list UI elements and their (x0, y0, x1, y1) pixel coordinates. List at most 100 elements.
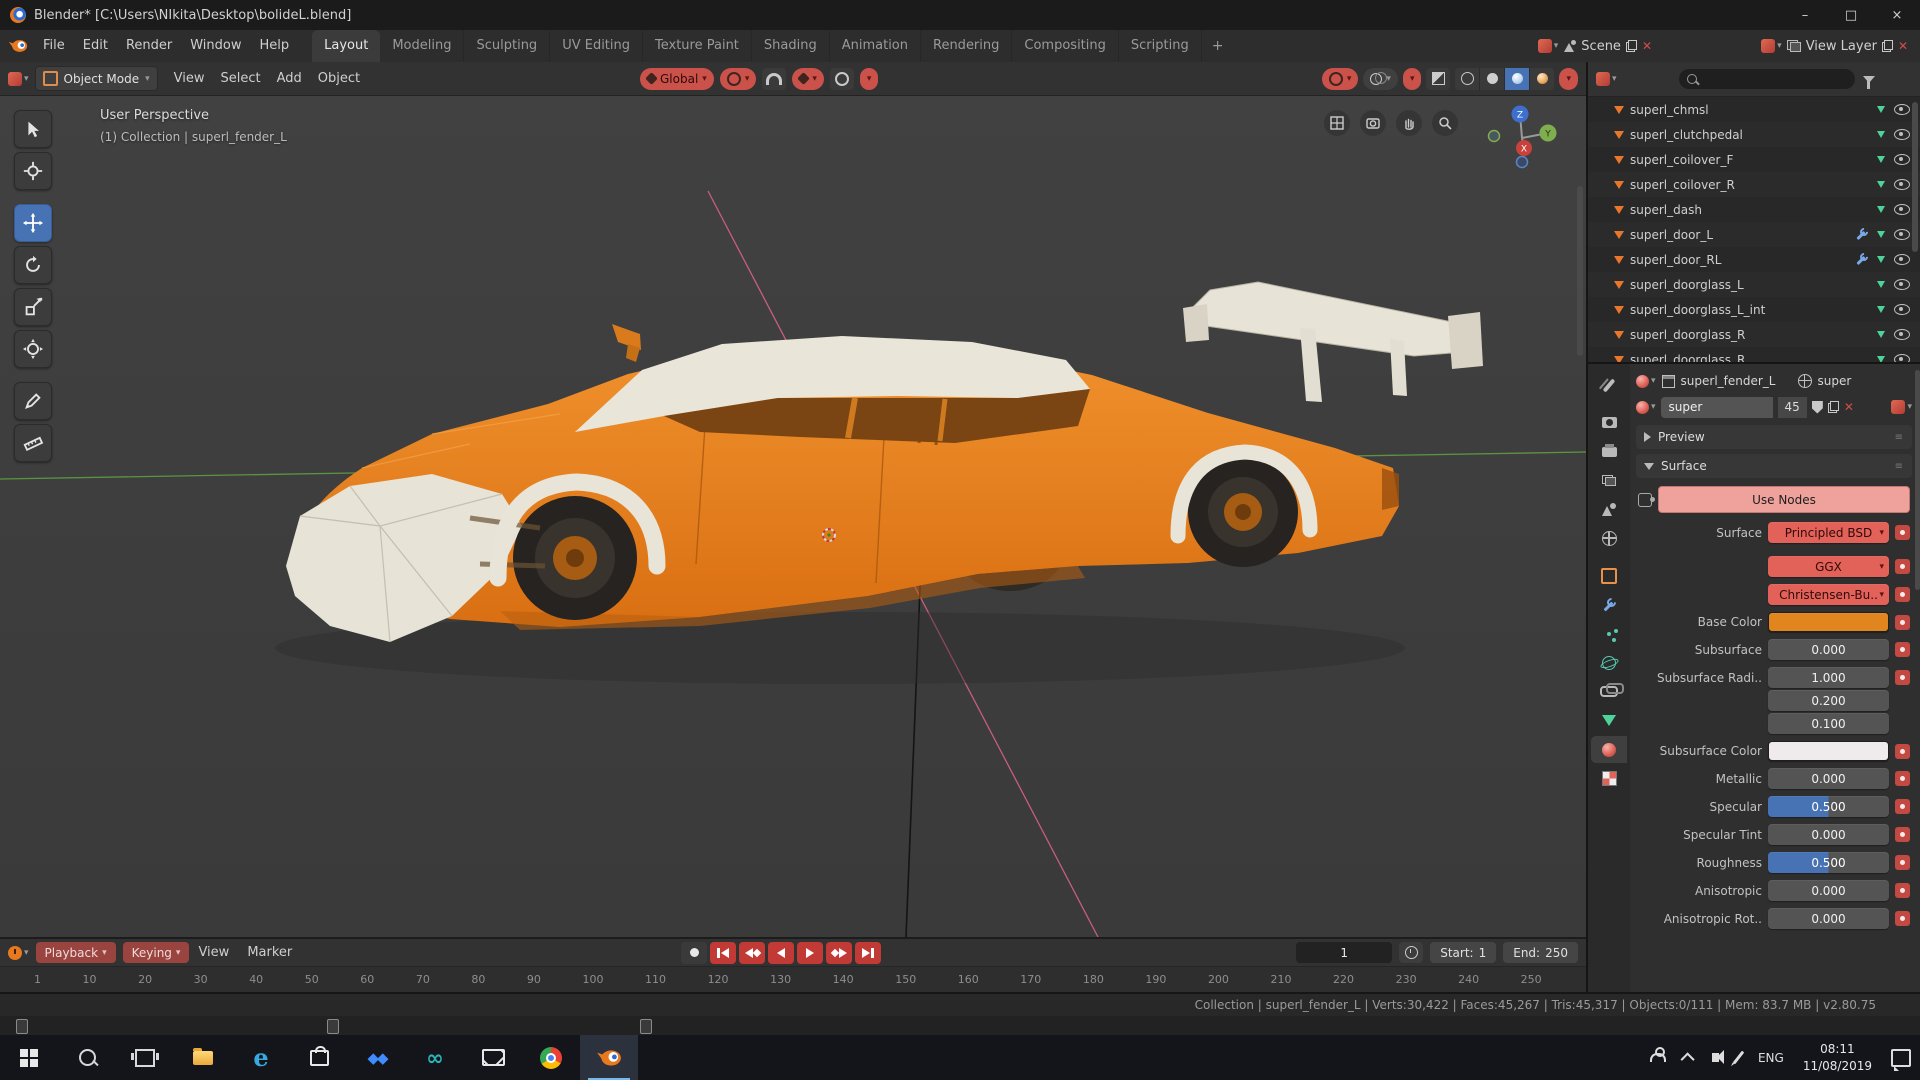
props-tab-modifiers[interactable] (1591, 591, 1627, 618)
language-button[interactable]: ENG (1749, 1035, 1793, 1080)
material-extras-chip[interactable]: ▾ (1891, 400, 1912, 414)
taskbar-search-button[interactable] (58, 1035, 116, 1080)
viewlayer-browse-chip[interactable]: ▾ (1761, 39, 1782, 53)
visibility-eye-icon[interactable] (1894, 254, 1910, 265)
windows-ink-button[interactable] (1728, 1035, 1749, 1080)
properties-scrollbar[interactable] (1915, 370, 1920, 590)
menu-item[interactable]: File (34, 30, 74, 62)
shading-options-dropdown[interactable]: ▾ (1559, 68, 1578, 90)
overlays-dropdown[interactable]: ▾ (1363, 68, 1398, 90)
zoom-button[interactable] (1432, 110, 1458, 136)
start-frame-field[interactable]: Start:1 (1430, 942, 1496, 963)
remove-view-layer-icon[interactable]: ✕ (1898, 39, 1908, 53)
outliner-item[interactable]: superl_doorglass_R (1588, 347, 1920, 362)
xray-toggle-button[interactable] (1426, 68, 1450, 90)
viewport-menu-item[interactable]: View (166, 62, 213, 96)
unlink-scene-icon[interactable]: ✕ (1642, 39, 1652, 53)
subsurface-radius-r[interactable]: 1.000 (1768, 667, 1889, 688)
scale-tool[interactable] (14, 288, 52, 326)
subsurface-method-dropdown[interactable]: Christensen-Bu..▾ (1768, 584, 1889, 605)
blender-taskbar-button[interactable] (580, 1035, 638, 1080)
snap-target-dropdown[interactable]: ▾ (792, 68, 824, 90)
blender-logo-icon[interactable] (8, 38, 28, 54)
shading-wireframe-button[interactable] (1455, 68, 1480, 90)
menu-item[interactable]: Help (251, 30, 299, 62)
transform-orientation-dropdown[interactable]: Global▾ (640, 68, 714, 90)
fake-user-shield-icon[interactable] (1812, 401, 1823, 414)
animate-dot[interactable] (1895, 771, 1910, 786)
new-view-layer-icon[interactable] (1882, 40, 1893, 52)
workspace-tab[interactable]: UV Editing (550, 30, 643, 62)
unlink-material-icon[interactable]: ✕ (1844, 400, 1854, 414)
outliner-editor-chip[interactable]: ▾ (1596, 72, 1617, 86)
workspace-tab[interactable]: Rendering (921, 30, 1012, 62)
outliner-item[interactable]: superl_chmsl (1588, 97, 1920, 122)
people-tray-button[interactable] (1641, 1035, 1675, 1080)
playback-dropdown[interactable]: Playback▾ (36, 942, 116, 963)
visibility-eye-icon[interactable] (1894, 104, 1910, 115)
visibility-eye-icon[interactable] (1894, 279, 1910, 290)
subsurface-radius-g[interactable]: 0.200 (1768, 690, 1889, 711)
animate-dot[interactable] (1895, 744, 1910, 759)
surface-section-header[interactable]: Surface ≡ (1636, 454, 1912, 478)
workspace-tab[interactable]: Compositing (1012, 30, 1119, 62)
workspace-tab[interactable]: Layout (312, 30, 380, 62)
viewport-scrollbar[interactable] (1577, 186, 1583, 356)
viewport-3d[interactable]: User Perspective (1) Collection | superl… (0, 96, 1586, 937)
annotate-tool[interactable] (14, 382, 52, 420)
view-layer-selector[interactable]: ▾ View Layer ✕ (1761, 30, 1908, 62)
outliner-search-input[interactable] (1703, 72, 1797, 86)
new-material-icon[interactable] (1828, 401, 1839, 413)
close-button[interactable]: × (1874, 0, 1920, 30)
metallic-value[interactable]: 0.000 (1768, 768, 1889, 789)
editor-type-chip[interactable]: ▾ (8, 72, 29, 86)
viewport-menu-item[interactable]: Add (269, 62, 310, 96)
surface-shader-dropdown[interactable]: Principled BSD▾ (1768, 522, 1889, 543)
panel-grip-icon[interactable]: ≡ (1895, 432, 1904, 443)
keying-dropdown[interactable]: Keying▾ (123, 942, 190, 963)
visibility-eye-icon[interactable] (1894, 229, 1910, 240)
viewport-3d-scene[interactable] (0, 96, 1586, 937)
animate-dot[interactable] (1895, 799, 1910, 814)
scene-browse-chip[interactable]: ▾ (1538, 39, 1559, 53)
viewport-menu-item[interactable]: Object (310, 62, 368, 96)
dropbox-button[interactable]: ◆◆ (348, 1035, 406, 1080)
shading-solid-button[interactable] (1480, 68, 1505, 90)
outliner-search[interactable] (1679, 69, 1855, 89)
visibility-dropdown[interactable]: ▾ (1403, 68, 1422, 90)
filter-icon[interactable] (1863, 76, 1875, 83)
mail-button[interactable] (464, 1035, 522, 1080)
rotate-tool[interactable] (14, 246, 52, 284)
animate-dot[interactable] (1895, 559, 1910, 574)
timeline-marker-menu[interactable]: Marker (238, 945, 301, 960)
distribution-dropdown[interactable]: GGX▾ (1768, 556, 1889, 577)
animate-dot[interactable] (1895, 911, 1910, 926)
viewport-menu-item[interactable]: Select (213, 62, 269, 96)
subsurface-color-swatch[interactable] (1768, 741, 1889, 761)
props-tab-render[interactable] (1591, 409, 1627, 436)
timeline-view-menu[interactable]: View (189, 945, 238, 960)
workspace-tab[interactable]: Modeling (380, 30, 464, 62)
props-tab-material[interactable] (1591, 736, 1627, 763)
maximize-button[interactable]: □ (1828, 0, 1874, 30)
breadcrumb-object[interactable]: superl_fender_L (1681, 374, 1776, 388)
animate-dot[interactable] (1895, 883, 1910, 898)
navigation-gizmo[interactable]: Z Y X (1480, 98, 1564, 182)
props-tab-object[interactable] (1591, 562, 1627, 589)
minimize-button[interactable]: – (1782, 0, 1828, 30)
add-workspace-button[interactable]: + (1202, 30, 1234, 62)
props-tab-tool[interactable] (1591, 372, 1627, 399)
subsurface-radius-b[interactable]: 0.100 (1768, 713, 1889, 734)
move-tool[interactable] (14, 204, 52, 242)
volume-button[interactable] (1703, 1035, 1728, 1080)
specular-value[interactable]: 0.500 (1768, 796, 1889, 817)
current-frame-field[interactable]: 1 (1296, 942, 1392, 963)
animate-dot[interactable] (1895, 827, 1910, 842)
outliner-item[interactable]: superl_coilover_F (1588, 147, 1920, 172)
next-keyframe-button[interactable] (826, 942, 852, 964)
props-tab-particles[interactable] (1591, 620, 1627, 647)
prev-keyframe-button[interactable] (739, 942, 765, 964)
props-tab-view-layer[interactable] (1591, 467, 1627, 494)
visibility-eye-icon[interactable] (1894, 204, 1910, 215)
cursor-tool[interactable] (14, 152, 52, 190)
